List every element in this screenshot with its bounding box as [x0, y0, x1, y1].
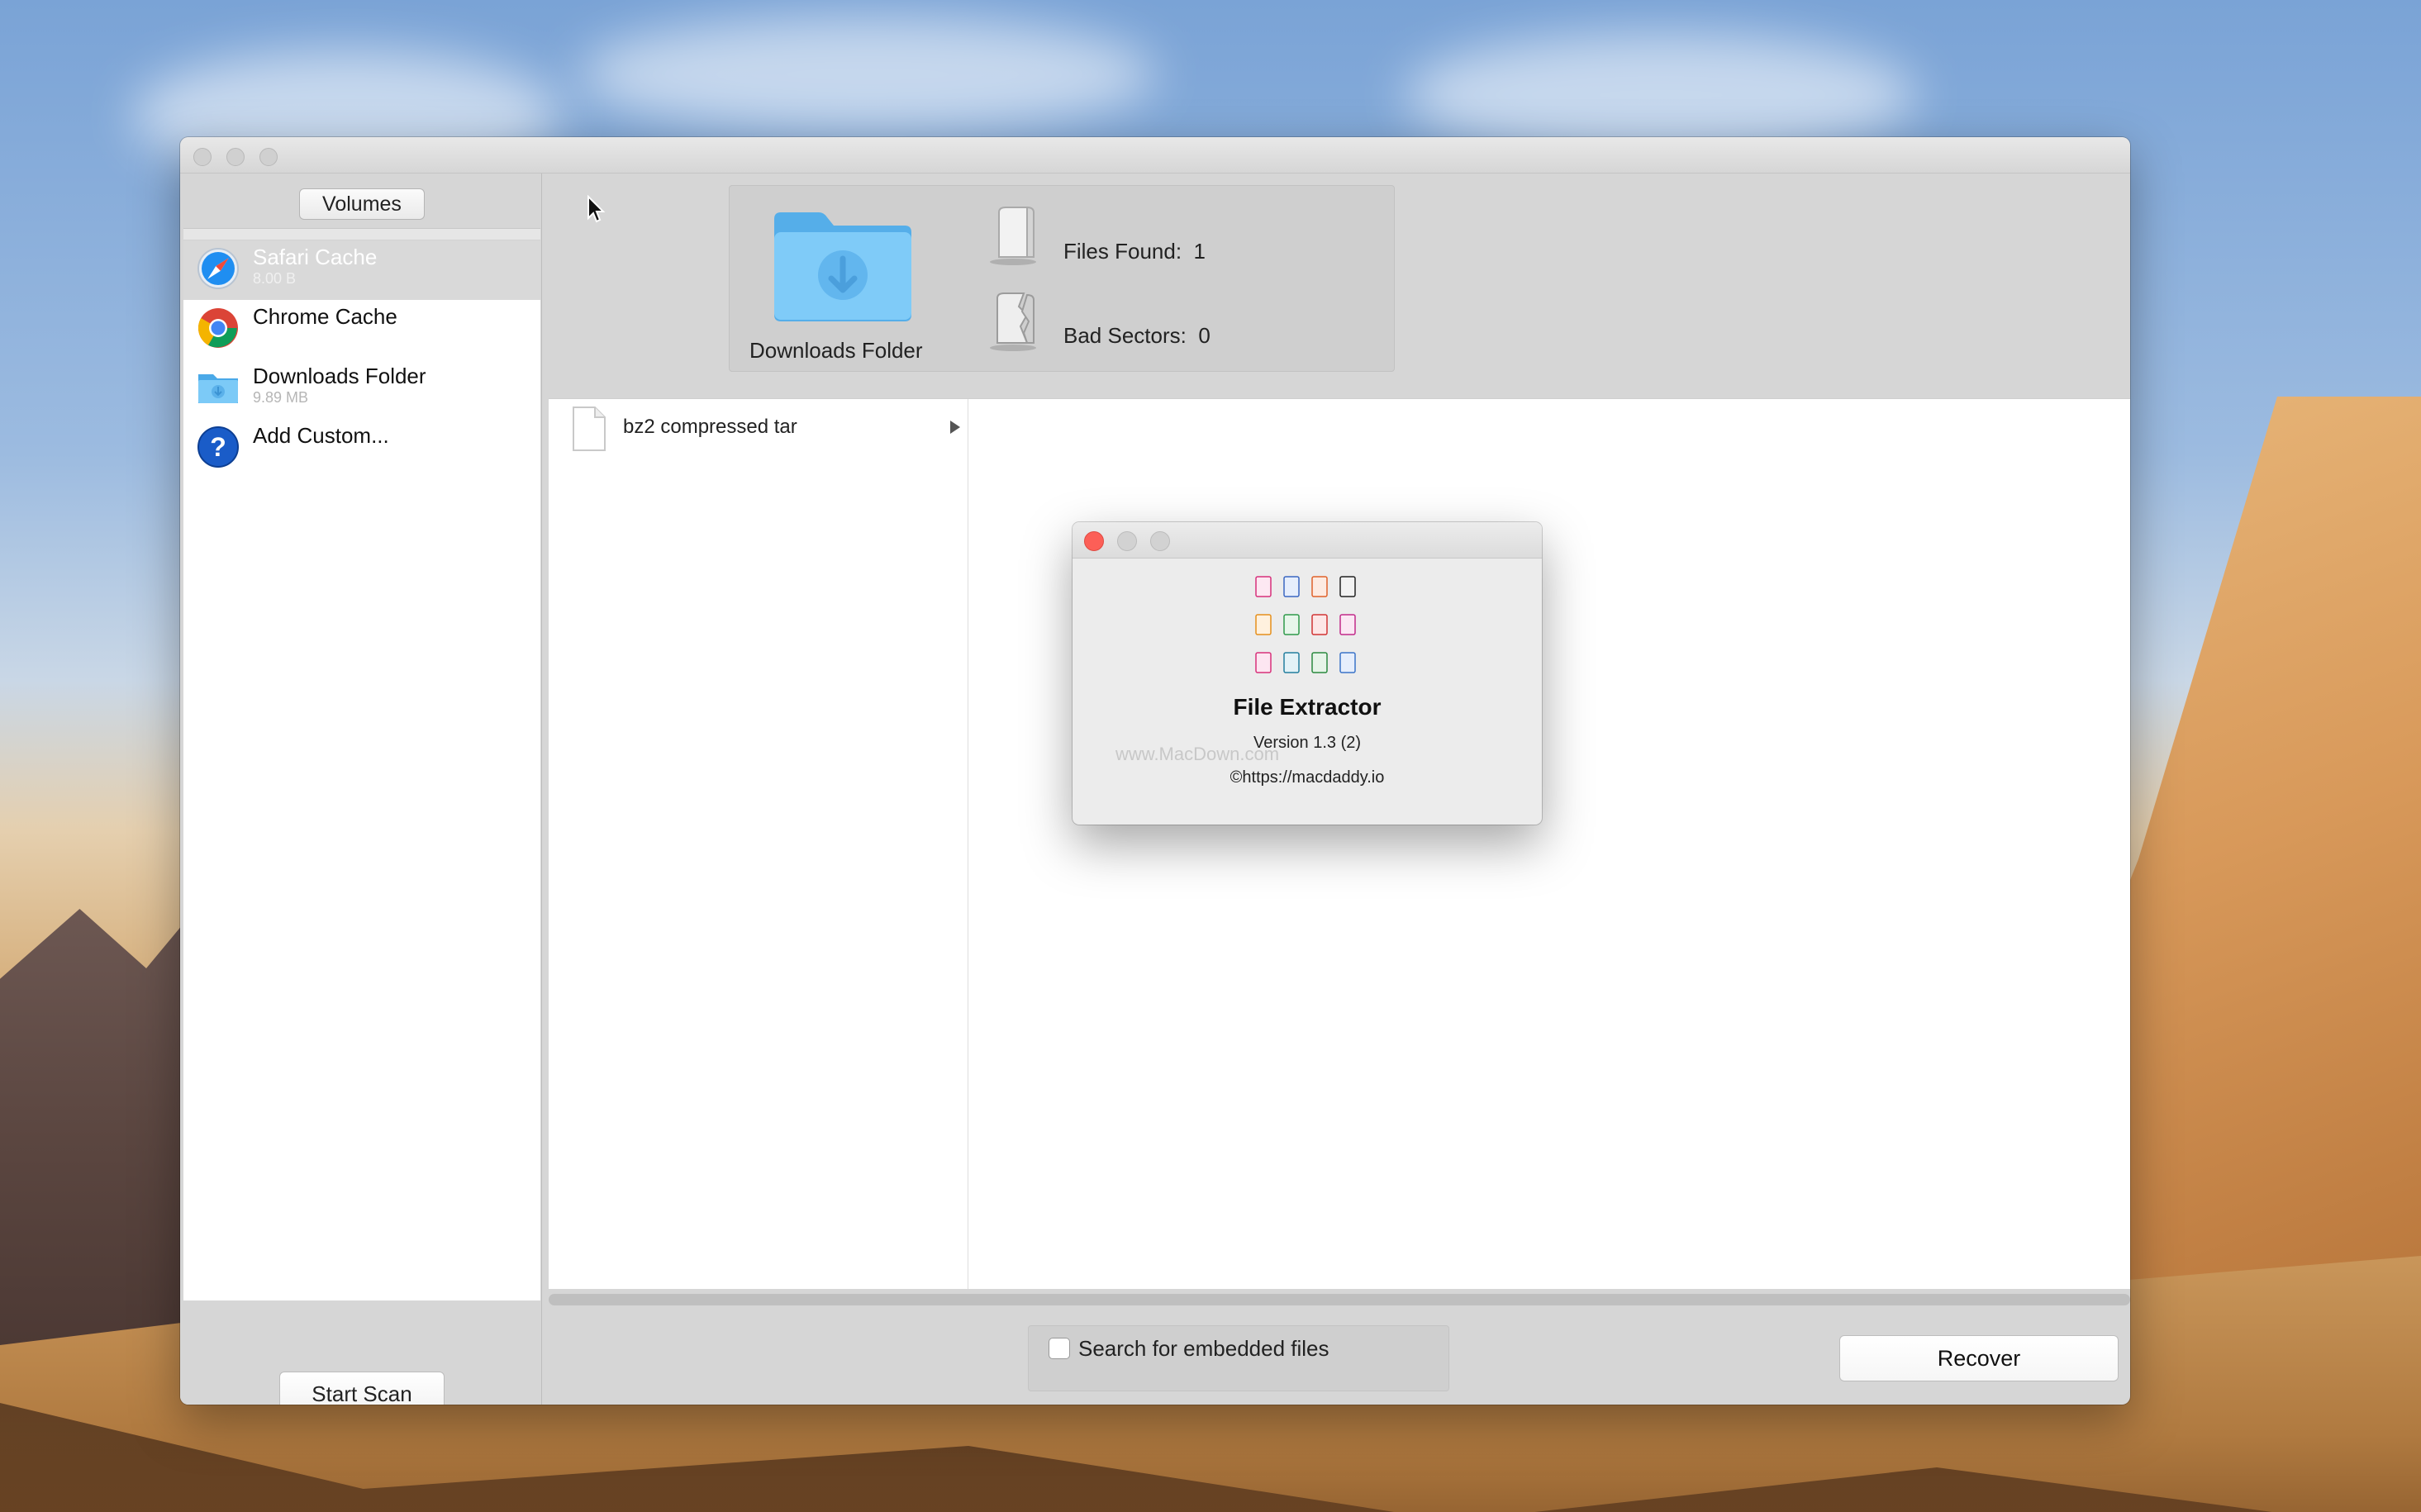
recover-button[interactable]: Recover: [1839, 1335, 2119, 1381]
embedded-files-checkbox[interactable]: [1049, 1338, 1070, 1359]
volume-name: Add Custom...: [253, 423, 389, 448]
app-version: Version 1.3 (2): [1253, 734, 1362, 752]
bad-sectors-label: Bad Sectors:: [1063, 323, 1187, 348]
volume-item-safari-cache[interactable]: Safari Cache 8.00 B: [183, 240, 540, 300]
app-name: File Extractor: [1233, 694, 1382, 720]
scan-info-panel: Downloads Folder Files Found: 1 Bad Sect…: [729, 185, 1395, 372]
minimize-dialog-button: [1117, 531, 1137, 551]
sidebar: Volumes Safari Cache 8.00 B Chrome Cache…: [180, 174, 542, 1405]
mouse-pointer-icon: [587, 195, 606, 223]
bad-sectors-stat: Bad Sectors: 0: [1063, 323, 1210, 349]
file-type-column: bz2 compressed tar: [549, 399, 968, 1289]
file-type-row[interactable]: bz2 compressed tar: [549, 399, 968, 459]
question-icon: ?: [197, 426, 239, 468]
downloads-folder-icon: [774, 212, 911, 321]
app-icon: [1255, 576, 1356, 673]
embedded-files-option: Search for embedded files: [1028, 1325, 1449, 1391]
window-titlebar[interactable]: [180, 137, 2130, 174]
close-window-button[interactable]: [193, 148, 212, 166]
safari-icon: [197, 248, 239, 289]
about-titlebar[interactable]: [1073, 522, 1542, 559]
drive-icon: [990, 206, 1036, 265]
file-type-name: bz2 compressed tar: [623, 416, 797, 438]
zoom-dialog-button: [1150, 531, 1170, 551]
about-dialog: www.MacDown.com File Extractor Version 1…: [1073, 522, 1542, 825]
horizontal-scrollbar[interactable]: [549, 1294, 2130, 1305]
bad-sector-icon: [990, 292, 1036, 351]
embedded-files-label[interactable]: Search for embedded files: [1078, 1336, 1329, 1362]
volume-item-chrome-cache[interactable]: Chrome Cache: [183, 300, 540, 359]
zoom-window-button[interactable]: [259, 148, 278, 166]
files-found-label: Files Found:: [1063, 239, 1182, 264]
chrome-icon: [197, 308, 238, 348]
volume-size: 9.89 MB: [253, 389, 309, 406]
start-scan-button[interactable]: Start Scan: [279, 1372, 445, 1405]
downloads-folder-icon: [198, 374, 238, 403]
volume-name: Downloads Folder: [253, 364, 426, 388]
svg-text:?: ?: [210, 432, 226, 462]
document-icon: [573, 407, 606, 451]
volumes-header-button[interactable]: Volumes: [299, 188, 425, 220]
files-found-value: 1: [1193, 239, 1206, 264]
volume-size: 8.00 B: [253, 270, 297, 287]
disclosure-arrow-icon[interactable]: [950, 421, 960, 434]
volume-item-downloads-folder[interactable]: Downloads Folder 9.89 MB: [183, 359, 540, 419]
volume-name: Chrome Cache: [253, 304, 397, 329]
volume-list: Safari Cache 8.00 B Chrome Cache Downloa…: [183, 228, 540, 1300]
app-copyright: ©https://macdaddy.io: [1230, 768, 1385, 787]
selected-volume-label: Downloads Folder: [749, 338, 923, 363]
volume-name: Safari Cache: [253, 245, 378, 269]
volume-item-add-custom[interactable]: ? Add Custom...: [183, 419, 540, 478]
bad-sectors-value: 0: [1198, 323, 1210, 348]
files-found-stat: Files Found: 1: [1063, 239, 1206, 264]
minimize-window-button[interactable]: [226, 148, 245, 166]
close-dialog-button[interactable]: [1084, 531, 1104, 551]
